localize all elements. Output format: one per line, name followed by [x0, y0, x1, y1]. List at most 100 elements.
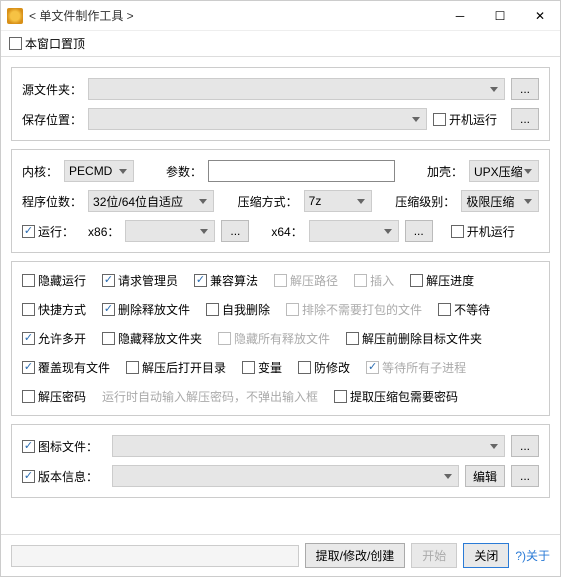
- start-button[interactable]: 开始: [411, 543, 457, 568]
- x86-combo[interactable]: [125, 220, 215, 242]
- bottombar: 提取/修改/创建 开始 关闭 ?)关于: [1, 534, 560, 576]
- minimize-button[interactable]: ─: [440, 1, 480, 31]
- del-release-checkbox[interactable]: 删除释放文件: [102, 301, 190, 318]
- hide-release-dir-label: 隐藏释放文件夹: [118, 330, 202, 347]
- save-path-combo[interactable]: [88, 108, 427, 130]
- method-label: 压缩方式：: [238, 193, 298, 210]
- checkbox-icon: [22, 303, 35, 316]
- window-title: < 单文件制作工具 >: [29, 7, 440, 24]
- req-admin-checkbox[interactable]: 请求管理员: [102, 272, 178, 289]
- exclude-pack-label: 排除不需要打包的文件: [302, 301, 422, 318]
- bits-label: 程序位数：: [22, 193, 82, 210]
- checkbox-icon: [334, 390, 347, 403]
- save-path-label: 保存位置：: [22, 111, 82, 128]
- checkbox-icon: [206, 303, 219, 316]
- app-icon: [7, 8, 23, 24]
- level-label: 压缩级别：: [395, 193, 455, 210]
- x64-label: x64：: [271, 223, 302, 240]
- x86-browse[interactable]: ...: [221, 220, 249, 242]
- autorun-checkbox-1[interactable]: 开机运行: [433, 111, 497, 128]
- edit-button[interactable]: 编辑: [465, 465, 505, 487]
- extract-button[interactable]: 提取/修改/创建: [305, 543, 406, 568]
- no-wait-checkbox[interactable]: 不等待: [438, 301, 490, 318]
- shell-combo[interactable]: UPX压缩: [469, 160, 539, 182]
- options-grid: 隐藏运行 请求管理员 兼容算法 解压路径插入 解压进度快捷方式删除释放文件自我删除 排除不…: [22, 272, 539, 405]
- hide-run-checkbox[interactable]: 隐藏运行: [22, 272, 86, 289]
- about-link[interactable]: ?)关于: [515, 547, 550, 564]
- x64-browse[interactable]: ...: [405, 220, 433, 242]
- insert-checkbox: 插入: [354, 272, 394, 289]
- get-pkg-pwd-checkbox[interactable]: 提取压缩包需要密码: [334, 388, 458, 405]
- del-target-before-label: 解压前删除目标文件夹: [362, 330, 482, 347]
- source-folder-browse[interactable]: ...: [511, 78, 539, 100]
- save-path-browse[interactable]: ...: [511, 108, 539, 130]
- maximize-button[interactable]: ☐: [480, 1, 520, 31]
- pin-checkbox[interactable]: 本窗口置顶: [9, 35, 85, 52]
- anti-mod-label: 防修改: [314, 359, 350, 376]
- extract-progress-checkbox[interactable]: 解压进度: [410, 272, 474, 289]
- run-label: 运行：: [38, 223, 74, 240]
- checkbox-icon: [242, 361, 255, 374]
- close-window-button[interactable]: ✕: [520, 1, 560, 31]
- source-folder-combo[interactable]: [88, 78, 505, 100]
- icon-file-checkbox[interactable]: 图标文件：: [22, 438, 98, 455]
- kernel-label: 内核：: [22, 163, 58, 180]
- checkbox-icon: [22, 390, 35, 403]
- del-target-before-checkbox[interactable]: 解压前删除目标文件夹: [346, 330, 482, 347]
- get-pkg-pwd-label: 提取压缩包需要密码: [350, 388, 458, 405]
- anti-mod-checkbox[interactable]: 防修改: [298, 359, 350, 376]
- extract-progress-label: 解压进度: [426, 272, 474, 289]
- self-del-checkbox[interactable]: 自我删除: [206, 301, 270, 318]
- req-admin-label: 请求管理员: [118, 272, 178, 289]
- param-input[interactable]: [208, 160, 395, 182]
- source-folder-label: 源文件夹：: [22, 81, 82, 98]
- checkbox-icon: [22, 274, 35, 287]
- checkbox-icon: [438, 303, 451, 316]
- checkbox-icon: [366, 361, 379, 374]
- version-info-checkbox[interactable]: 版本信息：: [22, 468, 98, 485]
- hide-run-label: 隐藏运行: [38, 272, 86, 289]
- pin-label: 本窗口置顶: [25, 35, 85, 52]
- run-checkbox[interactable]: 运行：: [22, 223, 74, 240]
- extract-pwd-checkbox[interactable]: 解压密码: [22, 388, 86, 405]
- extract-path-checkbox: 解压路径: [274, 272, 338, 289]
- version-info-combo[interactable]: [112, 465, 459, 487]
- checkbox-icon: [298, 361, 311, 374]
- shortcut-checkbox[interactable]: 快捷方式: [22, 301, 86, 318]
- checkbox-icon: [274, 274, 287, 287]
- checkbox-icon: [354, 274, 367, 287]
- method-combo[interactable]: 7z: [304, 190, 372, 212]
- options-panel: 隐藏运行 请求管理员 兼容算法 解压路径插入 解压进度快捷方式删除释放文件自我删除 排除不…: [11, 261, 550, 416]
- kernel-combo[interactable]: PECMD: [64, 160, 134, 182]
- multi-open-checkbox[interactable]: 允许多开: [22, 330, 86, 347]
- titlebar[interactable]: < 单文件制作工具 > ─ ☐ ✕: [1, 1, 560, 31]
- icon-file-combo[interactable]: [112, 435, 505, 457]
- open-dir-after-checkbox[interactable]: 解压后打开目录: [126, 359, 226, 376]
- autorun-label-2: 开机运行: [467, 223, 515, 240]
- checkbox-icon: [433, 113, 446, 126]
- autorun-checkbox-2[interactable]: 开机运行: [451, 223, 515, 240]
- compat-alg-checkbox[interactable]: 兼容算法: [194, 272, 258, 289]
- checkbox-icon: [102, 332, 115, 345]
- checkbox-icon: [22, 332, 35, 345]
- overwrite-label: 覆盖现有文件: [38, 359, 110, 376]
- overwrite-checkbox[interactable]: 覆盖现有文件: [22, 359, 110, 376]
- checkbox-icon: [22, 361, 35, 374]
- checkbox-icon: [102, 303, 115, 316]
- icon-file-browse[interactable]: ...: [511, 435, 539, 457]
- extract-path-label: 解压路径: [290, 272, 338, 289]
- app-window: < 单文件制作工具 > ─ ☐ ✕ 本窗口置顶 源文件夹： ... 保存位置：: [0, 0, 561, 577]
- variable-checkbox[interactable]: 变量: [242, 359, 282, 376]
- version-browse[interactable]: ...: [511, 465, 539, 487]
- main-area: 源文件夹： ... 保存位置： 开机运行 ... 内核： PECMD 参数：: [1, 57, 560, 534]
- hide-all-release-label: 隐藏所有释放文件: [234, 330, 330, 347]
- bits-combo[interactable]: 32位/64位自适应: [88, 190, 214, 212]
- level-combo[interactable]: 极限压缩: [461, 190, 539, 212]
- autorun-label-1: 开机运行: [449, 111, 497, 128]
- checkbox-icon: [22, 470, 35, 483]
- hide-release-dir-checkbox[interactable]: 隐藏释放文件夹: [102, 330, 202, 347]
- icon-panel: 图标文件： ... 版本信息： 编辑 ...: [11, 424, 550, 498]
- x64-combo[interactable]: [309, 220, 399, 242]
- compat-alg-label: 兼容算法: [210, 272, 258, 289]
- close-button[interactable]: 关闭: [463, 543, 509, 568]
